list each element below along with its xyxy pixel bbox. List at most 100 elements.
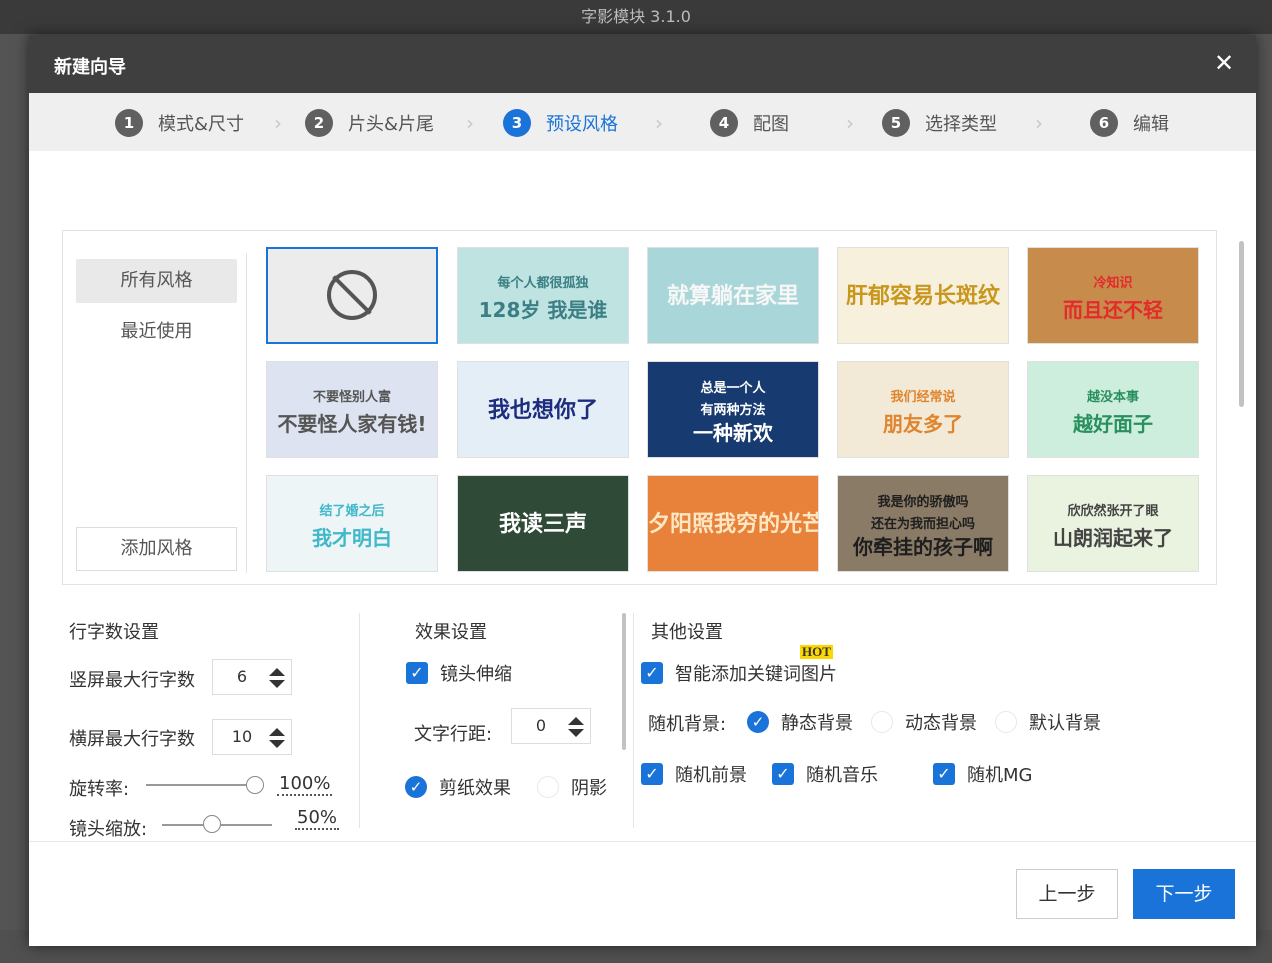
thumbnail-text: 总是一个人 bbox=[700, 381, 766, 396]
stepper-value[interactable]: 10 bbox=[213, 720, 271, 754]
portrait-max-chars-stepper[interactable]: 6 bbox=[212, 659, 292, 695]
category-recent[interactable]: 最近使用 bbox=[76, 310, 237, 354]
stepper-up-icon[interactable] bbox=[568, 717, 584, 725]
radio-unselected-icon[interactable] bbox=[871, 711, 893, 733]
rotation-value: 100% bbox=[277, 773, 333, 796]
step-edit[interactable]: 6 编辑 bbox=[1090, 109, 1169, 137]
checkbox-check-icon[interactable]: ✓ bbox=[641, 763, 663, 785]
stepper-value[interactable]: 6 bbox=[213, 660, 271, 694]
new-wizard-dialog: 新建向导 ✕ 1 模式&尺寸 › 2 片头&片尾 › 3 预设风格 › 4 配图… bbox=[29, 35, 1256, 946]
step-label: 模式&尺寸 bbox=[158, 114, 245, 135]
rotation-label: 旋转率: bbox=[69, 779, 130, 800]
style-thumbnail[interactable]: 总是一个人 有两种方法 一种新欢 bbox=[647, 361, 819, 458]
smart-keyword-image-checkbox[interactable]: ✓ 智能添加关键词图片 bbox=[641, 660, 837, 686]
checkbox-check-icon[interactable]: ✓ bbox=[933, 763, 955, 785]
step-number: 3 bbox=[503, 109, 531, 137]
thumbnail-text: 不要怪别人富 bbox=[312, 390, 391, 405]
style-thumbnail-none[interactable] bbox=[266, 247, 438, 344]
zoom-slider-knob[interactable] bbox=[203, 815, 221, 833]
stepper-down-icon[interactable] bbox=[269, 680, 285, 688]
thumbnail-text: 夕阳照我穷的光芒 bbox=[648, 512, 818, 537]
style-thumbnail[interactable]: 每个人都很孤独 128岁 我是谁 bbox=[457, 247, 629, 344]
close-icon[interactable]: ✕ bbox=[1210, 49, 1238, 77]
step-select-type[interactable]: 5 选择类型 bbox=[882, 109, 997, 137]
next-button[interactable]: 下一步 bbox=[1133, 869, 1235, 919]
style-thumbnail[interactable]: 我们经常说 朋友多了 bbox=[837, 361, 1009, 458]
style-thumbnail[interactable]: 结了婚之后 我才明白 bbox=[266, 475, 438, 572]
thumbnail-text: 一种新欢 bbox=[693, 422, 773, 444]
divider bbox=[633, 613, 634, 828]
step-number: 4 bbox=[710, 109, 738, 137]
thumbnail-text: 我是你的骄傲吗 bbox=[877, 495, 969, 510]
style-thumbnail[interactable]: 不要怪别人富 不要怪人家有钱! bbox=[266, 361, 438, 458]
step-label: 片头&片尾 bbox=[348, 114, 435, 135]
category-all-styles[interactable]: 所有风格 bbox=[76, 259, 237, 303]
step-images[interactable]: 4 配图 bbox=[710, 109, 789, 137]
checkbox-check-icon[interactable]: ✓ bbox=[406, 662, 428, 684]
stepper-up-icon[interactable] bbox=[269, 728, 285, 736]
thumbnail-text: 还在为我而担心吗 bbox=[870, 517, 975, 532]
lens-stretch-checkbox[interactable]: ✓ 镜头伸缩 bbox=[406, 660, 512, 686]
add-style-button[interactable]: 添加风格 bbox=[76, 527, 237, 571]
stepper-down-icon[interactable] bbox=[568, 729, 584, 737]
step-preset-style[interactable]: 3 预设风格 bbox=[503, 109, 618, 137]
step-mode-size[interactable]: 1 模式&尺寸 bbox=[115, 109, 245, 137]
radio-selected-icon[interactable]: ✓ bbox=[747, 711, 769, 733]
chevron-right-icon: › bbox=[274, 111, 282, 135]
checkbox-label: 随机音乐 bbox=[806, 765, 878, 786]
dynamic-background-radio[interactable]: 动态背景 bbox=[871, 709, 977, 735]
style-thumbnail[interactable]: 欣欣然张开了眼 山朗润起来了 bbox=[1027, 475, 1199, 572]
style-thumbnail[interactable]: 肝郁容易长斑纹 bbox=[837, 247, 1009, 344]
style-thumbnail[interactable]: 夕阳照我穷的光芒 bbox=[647, 475, 819, 572]
portrait-max-chars-label: 竖屏最大行字数 bbox=[69, 670, 195, 691]
checkbox-label: 随机MG bbox=[967, 765, 1033, 786]
stepper-value[interactable]: 0 bbox=[512, 709, 570, 743]
wizard-steps: 1 模式&尺寸 › 2 片头&片尾 › 3 预设风格 › 4 配图 › 5 选择… bbox=[29, 93, 1256, 151]
checkbox-check-icon[interactable]: ✓ bbox=[772, 763, 794, 785]
rotation-slider-track[interactable] bbox=[146, 784, 256, 786]
thumbnail-text: 结了婚之后 bbox=[319, 504, 385, 519]
thumbnail-text: 每个人都很孤独 bbox=[497, 276, 589, 291]
paper-cut-radio[interactable]: ✓ 剪纸效果 bbox=[405, 774, 511, 800]
default-background-radio[interactable]: 默认背景 bbox=[995, 709, 1101, 735]
dialog-title: 新建向导 bbox=[54, 57, 126, 78]
style-thumbnail[interactable]: 我是你的骄傲吗 还在为我而担心吗你牵挂的孩子啊 bbox=[837, 475, 1009, 572]
radio-label: 动态背景 bbox=[905, 713, 977, 734]
style-thumbnail[interactable]: 就算躺在家里 bbox=[647, 247, 819, 344]
scrollbar[interactable] bbox=[1239, 241, 1244, 407]
style-thumbnail[interactable]: 越没本事 越好面子 bbox=[1027, 361, 1199, 458]
chevron-right-icon: › bbox=[466, 111, 474, 135]
rotation-slider-knob[interactable] bbox=[246, 776, 264, 794]
thumbnail-text: 肝郁容易长斑纹 bbox=[845, 284, 1000, 309]
thumbnail-text: 越没本事 bbox=[1086, 390, 1139, 405]
stepper-down-icon[interactable] bbox=[269, 740, 285, 748]
landscape-max-chars-stepper[interactable]: 10 bbox=[212, 719, 292, 755]
no-style-icon bbox=[327, 270, 377, 320]
static-background-radio[interactable]: ✓ 静态背景 bbox=[747, 709, 853, 735]
line-spacing-stepper[interactable]: 0 bbox=[511, 708, 591, 744]
random-music-checkbox[interactable]: ✓ 随机音乐 bbox=[772, 761, 878, 787]
clipped-option bbox=[405, 824, 585, 829]
radio-unselected-icon[interactable] bbox=[537, 776, 559, 798]
previous-button[interactable]: 上一步 bbox=[1016, 869, 1118, 919]
random-foreground-checkbox[interactable]: ✓ 随机前景 bbox=[641, 761, 747, 787]
thumbnail-text: 128岁 我是谁 bbox=[478, 298, 608, 322]
random-mg-checkbox[interactable]: ✓ 随机MG bbox=[933, 761, 1032, 787]
thumbnail-text: 冷知识 bbox=[1093, 276, 1133, 291]
thumbnail-text: 山朗润起来了 bbox=[1053, 526, 1173, 550]
checkbox-check-icon[interactable]: ✓ bbox=[641, 662, 663, 684]
scrollbar[interactable] bbox=[622, 613, 626, 750]
landscape-max-chars-label: 横屏最大行字数 bbox=[69, 729, 195, 750]
thumbnail-text: 你牵挂的孩子啊 bbox=[853, 536, 993, 558]
step-intro-outro[interactable]: 2 片头&片尾 bbox=[305, 109, 435, 137]
style-thumbnail[interactable]: 我读三声 bbox=[457, 475, 629, 572]
radio-selected-icon[interactable]: ✓ bbox=[405, 776, 427, 798]
thumbnail-text: 我们经常说 bbox=[890, 390, 956, 405]
divider bbox=[246, 253, 247, 573]
shadow-radio[interactable]: 阴影 bbox=[537, 774, 607, 800]
style-thumbnail[interactable]: 我也想你了 bbox=[457, 361, 629, 458]
style-thumbnail[interactable]: 冷知识 而且还不轻 bbox=[1027, 247, 1199, 344]
stepper-up-icon[interactable] bbox=[269, 668, 285, 676]
radio-unselected-icon[interactable] bbox=[995, 711, 1017, 733]
step-label: 配图 bbox=[753, 114, 789, 135]
